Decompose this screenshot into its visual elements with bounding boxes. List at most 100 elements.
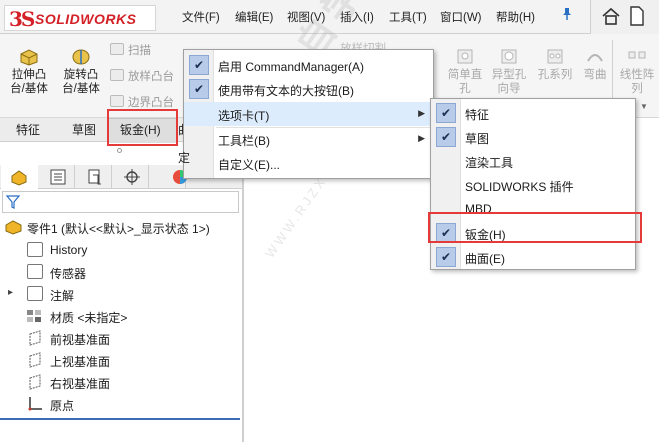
submenu-item-addins[interactable]: SOLIDWORKS 插件 <box>431 173 635 197</box>
part-name: 零件1 (默认<<默认>_显示状态 1>) <box>27 222 210 236</box>
tree-item-label: 注解 <box>50 289 75 303</box>
menu-item-tabs[interactable]: 选项卡(T) ▶ <box>184 102 433 126</box>
rollback-bar[interactable] <box>0 418 240 420</box>
hole-wizard-icon <box>501 49 517 64</box>
menu-tools[interactable]: 工具(T) <box>389 9 427 25</box>
tree-item-top-plane[interactable]: 上视基准面 <box>0 349 240 371</box>
history-icon <box>27 242 43 257</box>
tree-item-sensors[interactable]: 传感器 <box>0 261 240 283</box>
tree-item-label: 右视基准面 <box>50 377 111 391</box>
submenu-item-label: 特征 <box>465 108 490 122</box>
solidworks-logo[interactable]: 3S SOLIDWORKS <box>4 5 156 31</box>
simple-hole-label: 简单直 孔 <box>447 69 483 95</box>
menu-window[interactable]: 窗口(W) <box>440 9 482 25</box>
partial-label: 定 <box>178 151 191 165</box>
tabs-submenu: ✔ 特征 ✔ 草图 渲染工具 SOLIDWORKS 插件 MBD ✔ 钣金(H)… <box>430 98 636 270</box>
submenu-item-features[interactable]: ✔ 特征 <box>431 101 635 125</box>
sweep-button[interactable]: 扫描 <box>110 42 151 58</box>
submenu-item-render-tools[interactable]: 渲染工具 <box>431 149 635 173</box>
plane-icon <box>28 374 42 393</box>
tree-root-part[interactable]: 零件1 (默认<<默认>_显示状态 1>) <box>0 216 240 238</box>
menu-item-label: 选项卡(T) <box>218 109 270 123</box>
pin-icon[interactable] <box>560 7 574 24</box>
crosshair-icon <box>124 169 140 188</box>
menu-item-label: 使用带有文本的大按钮(B) <box>218 84 354 98</box>
menu-item-label: 自定义(E)... <box>218 158 280 172</box>
submenu-item-surfaces[interactable]: ✔ 曲面(E) <box>431 245 635 269</box>
menu-item-label: 启用 CommandManager(A) <box>218 60 365 74</box>
tree-item-front-plane[interactable]: 前视基准面 <box>0 327 240 349</box>
check-icon: ✔ <box>189 55 209 75</box>
simple-hole-icon <box>457 49 473 64</box>
ds-logo-icon: 3S <box>9 7 35 31</box>
check-icon: ✔ <box>436 247 456 267</box>
menu-item-customize[interactable]: 自定义(E)... <box>184 151 433 175</box>
tab-sketch[interactable]: 草图 <box>72 121 96 138</box>
check-icon: ✔ <box>189 79 209 99</box>
expand-arrow-icon[interactable]: ▸ <box>8 287 13 298</box>
boundary-label: 边界凸台 <box>128 97 174 109</box>
plane-icon <box>28 352 42 371</box>
annotation-icon <box>27 286 43 301</box>
panel-splitter[interactable] <box>242 142 244 442</box>
check-icon: ✔ <box>436 127 456 147</box>
revolve-boss-button[interactable]: 旋转凸 台/基体 <box>56 46 106 96</box>
tree-item-label: History <box>50 243 88 257</box>
tree-item-material[interactable]: 材质 <未指定> <box>0 305 240 327</box>
revolve-icon <box>72 49 90 65</box>
tree-item-origin[interactable]: 原点 <box>0 393 240 415</box>
tree-item-right-plane[interactable]: 右视基准面 <box>0 371 240 393</box>
tree-filter[interactable] <box>2 191 239 213</box>
loft-icon <box>110 69 124 81</box>
menu-edit[interactable]: 编辑(E) <box>235 9 273 25</box>
linear-pattern-label: 线性阵 列 <box>619 69 655 95</box>
plane-icon <box>28 330 42 349</box>
hole-series-label: 孔系列 <box>537 69 573 81</box>
extrude-icon <box>20 49 38 66</box>
check-icon: ✔ <box>436 103 456 123</box>
hole-wizard-label: 异型孔 向导 <box>491 69 527 95</box>
filter-icon[interactable] <box>5 194 21 213</box>
tab-features[interactable]: 特征 <box>16 121 40 138</box>
menu-item-toolbars[interactable]: 工具栏(B) ▶ <box>184 127 433 151</box>
commandmanager-context-menu: ✔ 启用 CommandManager(A) ✔ 使用带有文本的大按钮(B) 选… <box>183 49 434 179</box>
new-document-icon[interactable] <box>629 6 645 29</box>
menu-file[interactable]: 文件(F) <box>182 9 220 25</box>
featuremanager-icon <box>10 168 28 189</box>
loft-label: 放样凸台 <box>128 71 174 83</box>
tree-item-annotations[interactable]: ▸ 注解 <box>0 283 240 305</box>
hole-wizard-button[interactable]: 异型孔 向导 <box>484 46 534 96</box>
linear-pattern-button[interactable]: 线性阵 列 <box>615 46 659 96</box>
configuration-icon <box>87 169 103 188</box>
boundary-button[interactable]: 边界凸台 <box>110 94 174 110</box>
submenu-arrow-icon: ▶ <box>418 108 425 118</box>
menu-item-large-buttons-text[interactable]: ✔ 使用带有文本的大按钮(B) <box>184 77 433 101</box>
highlight-box-submenu <box>428 212 642 243</box>
tree-item-label: 上视基准面 <box>50 355 111 369</box>
extrude-boss-button[interactable]: 拉伸凸 台/基体 <box>4 46 54 96</box>
quick-access-toolbar <box>590 0 659 34</box>
tree-item-label: 原点 <box>50 399 75 413</box>
wrap-icon <box>587 54 603 62</box>
extrude-boss-label: 拉伸凸 台/基体 <box>10 69 48 95</box>
tree-item-label: 材质 <未指定> <box>50 311 128 325</box>
splitter-handle-icon[interactable] <box>117 148 122 153</box>
menu-help[interactable]: 帮助(H) <box>496 9 535 25</box>
sweep-icon <box>110 43 124 55</box>
tree-item-label: 前视基准面 <box>50 333 111 347</box>
simple-hole-button[interactable]: 简单直 孔 <box>440 46 490 96</box>
hole-series-icon <box>547 49 563 64</box>
material-icon <box>26 308 44 327</box>
submenu-arrow-icon: ▶ <box>418 133 425 143</box>
app-name: SOLIDWORKS <box>35 11 137 27</box>
chevron-down-icon[interactable]: ▼ <box>640 102 648 111</box>
menu-item-enable-commandmanager[interactable]: ✔ 启用 CommandManager(A) <box>184 53 433 77</box>
sweep-label: 扫描 <box>128 45 151 57</box>
submenu-item-sketch[interactable]: ✔ 草图 <box>431 125 635 149</box>
home-icon[interactable] <box>601 6 621 29</box>
loft-button[interactable]: 放样凸台 <box>110 68 174 84</box>
menu-item-label: 工具栏(B) <box>218 134 270 148</box>
origin-icon <box>27 396 43 415</box>
tree-item-history[interactable]: History <box>0 239 240 261</box>
revolve-boss-label: 旋转凸 台/基体 <box>62 69 100 95</box>
